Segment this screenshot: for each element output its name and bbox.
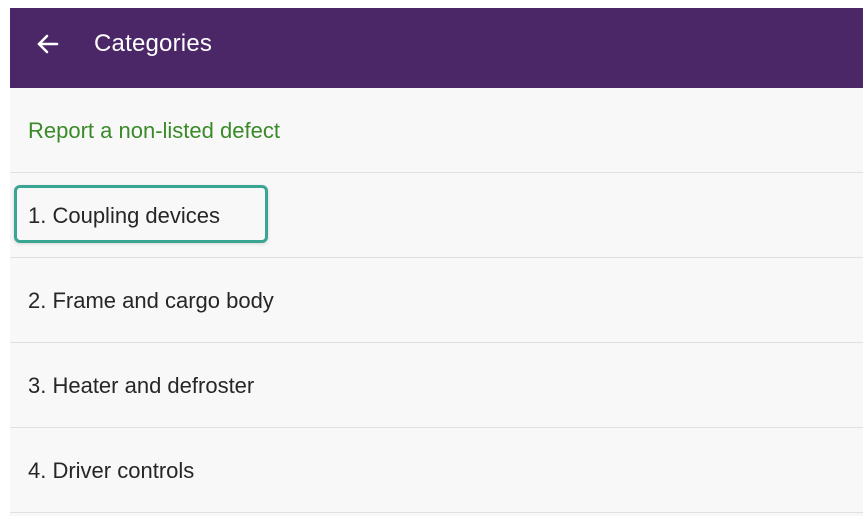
- arrow-left-icon: [37, 34, 59, 54]
- back-button[interactable]: [34, 30, 62, 58]
- category-item-frame-and-cargo-body[interactable]: 2. Frame and cargo body: [10, 258, 863, 343]
- category-item-label: 2. Frame and cargo body: [28, 288, 274, 313]
- report-non-listed-defect-label: Report a non-listed defect: [28, 118, 280, 143]
- category-item-label: 4. Driver controls: [28, 458, 195, 483]
- report-non-listed-defect-item[interactable]: Report a non-listed defect: [10, 88, 863, 173]
- category-item-label: 1. Coupling devices: [28, 203, 221, 228]
- page-title: Categories: [94, 30, 213, 57]
- category-item-coupling-devices[interactable]: 1. Coupling devices: [10, 173, 863, 258]
- category-item-label: 3. Heater and defroster: [28, 373, 255, 398]
- app-screen: Categories Report a non-listed defect 1.…: [10, 8, 863, 516]
- category-item-heater-and-defroster[interactable]: 3. Heater and defroster: [10, 343, 863, 428]
- app-bar: Categories: [10, 8, 863, 88]
- category-item-driver-controls[interactable]: 4. Driver controls: [10, 428, 863, 513]
- category-list: Report a non-listed defect 1. Coupling d…: [10, 88, 863, 513]
